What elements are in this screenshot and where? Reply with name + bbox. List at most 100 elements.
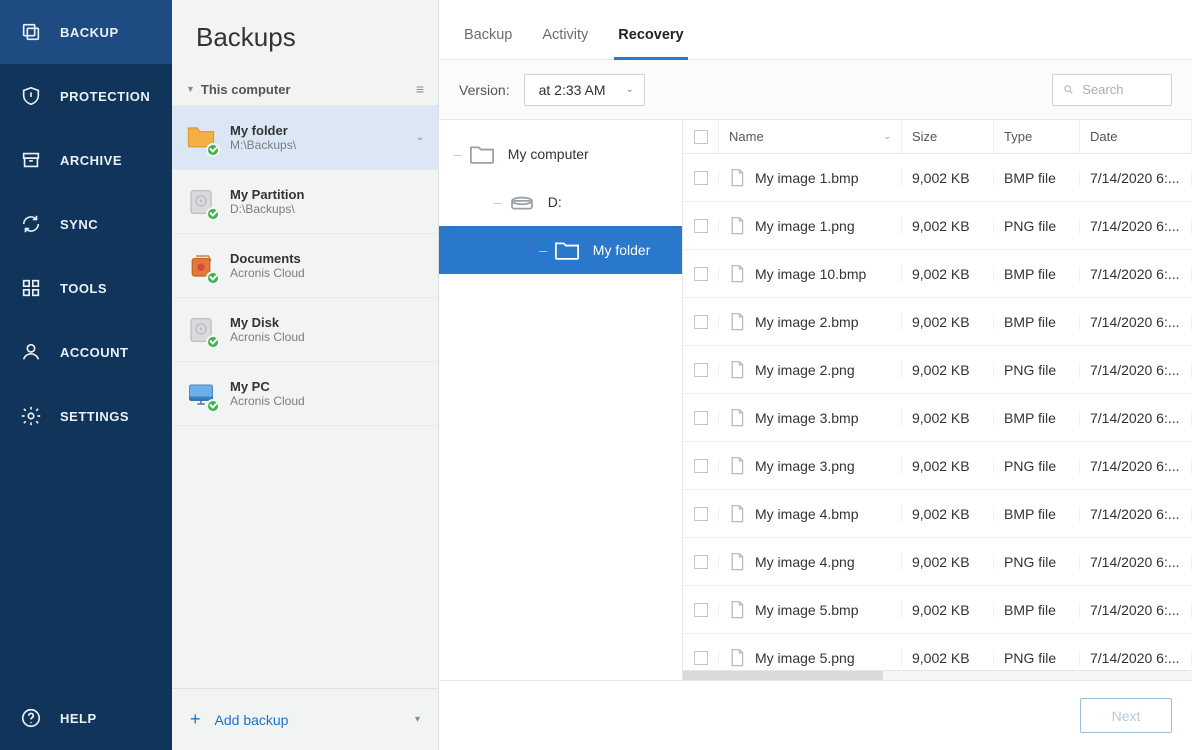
backup-item[interactable]: My PCAcronis Cloud [172,362,438,426]
file-icon [729,648,745,668]
backup-item[interactable]: My folderM:\Backups\⌄ [172,106,438,170]
table-row[interactable]: My image 10.bmp9,002 KBBMP file7/14/2020… [683,250,1192,298]
backup-title: My Partition [230,187,424,202]
nav-sync[interactable]: SYNC [0,192,172,256]
row-checkbox[interactable] [694,507,708,521]
tab-recovery[interactable]: Recovery [618,27,683,59]
row-checkbox[interactable] [694,171,708,185]
table-row[interactable]: My image 1.bmp9,002 KBBMP file7/14/2020 … [683,154,1192,202]
row-checkbox[interactable] [694,363,708,377]
table-row[interactable]: My image 2.png9,002 KBPNG file7/14/2020 … [683,346,1192,394]
version-select[interactable]: at 2:33 AM ⌄ [524,74,645,106]
backup-item[interactable]: My DiskAcronis Cloud [172,298,438,362]
nav-label: SETTINGS [60,409,129,424]
search-input[interactable] [1082,82,1161,97]
checkbox[interactable] [694,130,708,144]
row-checkbox[interactable] [694,651,708,665]
nav-tools[interactable]: TOOLS [0,256,172,320]
tree-label: D: [548,194,562,210]
nav-account[interactable]: ACCOUNT [0,320,172,384]
row-checkbox[interactable] [694,267,708,281]
file-name: My image 4.png [755,554,855,570]
group-menu-icon[interactable]: ≡ [416,81,424,97]
tree-node[interactable]: –D: [439,178,682,226]
shield-icon [20,85,42,107]
chevron-down-icon[interactable]: ⌄ [416,132,424,143]
header-size[interactable]: Size [902,120,994,153]
folder-icon [186,123,216,153]
file-size: 9,002 KB [902,362,994,378]
nav-settings[interactable]: SETTINGS [0,384,172,448]
table-row[interactable]: My image 4.png9,002 KBPNG file7/14/2020 … [683,538,1192,586]
account-icon [20,341,42,363]
search-icon [1063,83,1074,97]
file-size: 9,002 KB [902,602,994,618]
version-value: at 2:33 AM [539,82,606,98]
add-backup-button[interactable]: + Add backup ▾ [172,688,438,750]
file-name: My image 5.bmp [755,602,858,618]
table-row[interactable]: My image 3.png9,002 KBPNG file7/14/2020 … [683,442,1192,490]
file-size: 9,002 KB [902,650,994,666]
nav-protection[interactable]: PROTECTION [0,64,172,128]
file-type: PNG file [994,650,1080,666]
docs-icon [186,251,216,281]
file-size: 9,002 KB [902,554,994,570]
row-checkbox[interactable] [694,555,708,569]
disk-icon [186,315,216,345]
table-header: Name⌄ Size Type Date [683,120,1192,154]
next-button[interactable]: Next [1080,698,1172,733]
backup-subtitle: Acronis Cloud [230,330,424,344]
table-row[interactable]: My image 1.png9,002 KBPNG file7/14/2020 … [683,202,1192,250]
file-name: My image 4.bmp [755,506,858,522]
file-date: 7/14/2020 6:... [1080,506,1192,522]
sync-icon [20,213,42,235]
file-icon [729,312,745,332]
header-date[interactable]: Date [1080,120,1192,153]
tree-node[interactable]: –My computer [439,130,682,178]
table-row[interactable]: My image 5.png9,002 KBPNG file7/14/2020 … [683,634,1192,670]
table-row[interactable]: My image 3.bmp9,002 KBBMP file7/14/2020 … [683,394,1192,442]
row-checkbox[interactable] [694,315,708,329]
search-box[interactable] [1052,74,1172,106]
table-row[interactable]: My image 4.bmp9,002 KBBMP file7/14/2020 … [683,490,1192,538]
header-type[interactable]: Type [994,120,1080,153]
header-checkbox-cell[interactable] [683,120,719,153]
settings-icon [20,405,42,427]
folder-icon [553,239,581,261]
backup-title: My PC [230,379,424,394]
table-row[interactable]: My image 5.bmp9,002 KBBMP file7/14/2020 … [683,586,1192,634]
file-date: 7/14/2020 6:... [1080,410,1192,426]
table-row[interactable]: My image 2.bmp9,002 KBBMP file7/14/2020 … [683,298,1192,346]
header-name[interactable]: Name⌄ [719,120,902,153]
tab-backup[interactable]: Backup [464,27,512,59]
nav-label: TOOLS [60,281,107,296]
nav-backup[interactable]: BACKUP [0,0,172,64]
tab-activity[interactable]: Activity [542,27,588,59]
backup-group-header[interactable]: ▼ This computer ≡ [172,73,438,106]
row-checkbox[interactable] [694,459,708,473]
backup-title: Documents [230,251,424,266]
pc-icon [186,379,216,409]
backup-title: My folder [230,123,402,138]
backup-item[interactable]: My PartitionD:\Backups\ [172,170,438,234]
tree-label: My computer [508,146,589,162]
tree-node[interactable]: –My folder [439,226,682,274]
file-date: 7/14/2020 6:... [1080,314,1192,330]
row-checkbox[interactable] [694,219,708,233]
backup-item[interactable]: DocumentsAcronis Cloud [172,234,438,298]
nav-help[interactable]: HELP [0,686,172,750]
file-type: BMP file [994,170,1080,186]
file-date: 7/14/2020 6:... [1080,602,1192,618]
row-checkbox[interactable] [694,603,708,617]
chevron-down-icon[interactable]: ▾ [415,714,420,725]
tabs: Backup Activity Recovery [439,0,1192,60]
nav-archive[interactable]: ARCHIVE [0,128,172,192]
primary-nav: BACKUPPROTECTIONARCHIVESYNC TOOLS ACCOUNT S… [0,0,172,750]
horizontal-scrollbar[interactable] [683,670,1192,680]
file-name: My image 10.bmp [755,266,866,282]
status-ok-icon [206,271,220,285]
row-checkbox[interactable] [694,411,708,425]
status-ok-icon [206,207,220,221]
backups-panel: Backups ▼ This computer ≡ My folderM:\Ba… [172,0,439,750]
file-name: My image 1.bmp [755,170,858,186]
